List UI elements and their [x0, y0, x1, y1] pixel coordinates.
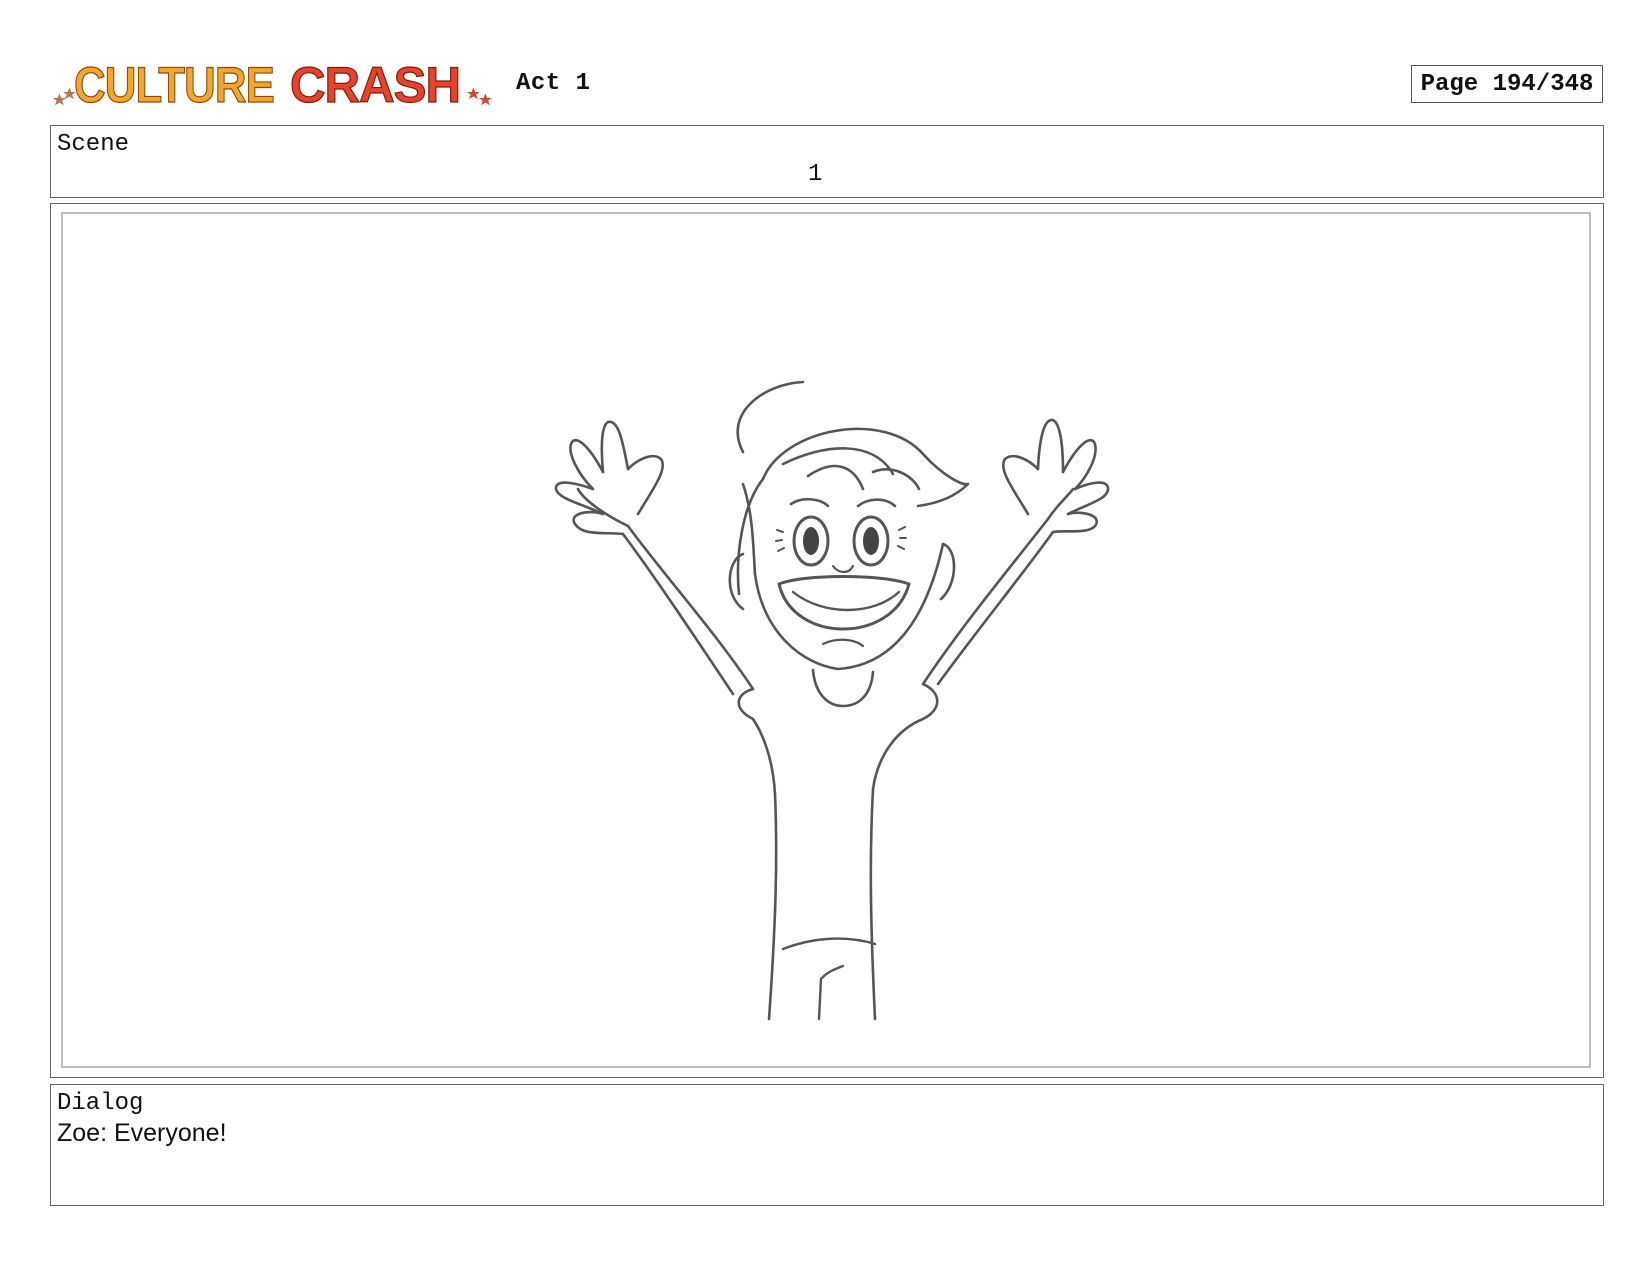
logo-culture: CULTURE	[74, 57, 274, 113]
page-counter: Page 194/348	[1411, 65, 1603, 103]
dialog-text: Zoe: Everyone!	[57, 1119, 227, 1147]
storyboard-panel	[50, 203, 1604, 1078]
logo-stars-left	[53, 87, 76, 106]
scene-box: Scene 1	[50, 125, 1604, 198]
act-label: Act 1	[516, 70, 591, 97]
panel-frame	[61, 212, 1591, 1068]
scene-label: Scene	[57, 131, 130, 158]
logo-crash: CRASH	[290, 57, 460, 113]
culture-crash-logo: CULTURE CRASH	[53, 56, 492, 114]
logo-stars-right	[467, 87, 492, 106]
zoe-sketch-illustration	[554, 380, 1110, 1021]
dialog-box: Dialog Zoe: Everyone!	[50, 1084, 1604, 1206]
page-counter-text: Page 194/348	[1420, 70, 1594, 98]
dialog-label: Dialog	[57, 1090, 144, 1117]
scene-number: 1	[808, 161, 823, 188]
